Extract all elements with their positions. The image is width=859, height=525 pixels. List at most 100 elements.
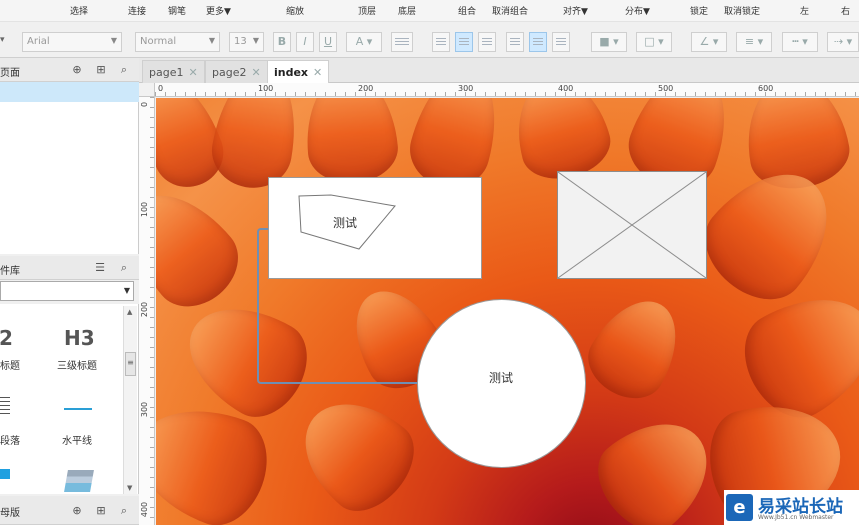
right-button[interactable]: 右 [841, 4, 850, 17]
scrollbar-thumb[interactable]: ≡ [125, 352, 136, 376]
fill-color-icon[interactable]: ■ ▾ [591, 32, 627, 52]
vertical-ruler: 0 100 200 300 400 [139, 97, 155, 525]
polygon-shape[interactable] [269, 178, 483, 280]
align-center-icon[interactable] [455, 32, 473, 52]
ruler-tick: 200 [140, 301, 150, 318]
lock-button[interactable]: 锁定 [690, 4, 708, 17]
group-button[interactable]: 组合 [458, 4, 476, 17]
distribute-button[interactable]: 分布▼ [625, 4, 650, 17]
shadow-icon[interactable]: □ ▾ [636, 32, 672, 52]
ruler-tick: 400 [140, 501, 150, 518]
image-placeholder[interactable] [557, 171, 707, 279]
chevron-down-icon: ▼ [252, 36, 259, 45]
line-width-icon[interactable]: ≡ ▾ [736, 32, 772, 52]
tab-page1[interactable]: page1 ✕ [142, 60, 205, 83]
selected-page-row[interactable] [0, 82, 139, 102]
more-tools-button[interactable]: 更多▼ [206, 4, 231, 17]
line-color-icon[interactable]: ∠ ▾ [691, 32, 727, 52]
close-icon[interactable]: ✕ [251, 66, 260, 79]
ruler-tick: 500 [658, 84, 674, 93]
font-size-select[interactable]: 13 ▼ [229, 32, 264, 52]
page-tab-bar: page1 ✕ page2 ✕ index ✕ [139, 58, 859, 84]
ruler-tick: 300 [140, 401, 150, 418]
layers-icon[interactable] [64, 470, 94, 492]
align-left-icon[interactable] [432, 32, 450, 52]
rectangle-shape[interactable]: 测试 [268, 177, 482, 279]
library-scrollbar[interactable]: ▲ ≡ ▼ [123, 306, 137, 494]
scroll-down-icon[interactable]: ▼ [127, 484, 132, 492]
font-style-select[interactable]: Normal ▼ [135, 32, 220, 52]
align-button[interactable]: 对齐▼ [563, 4, 588, 17]
widget-paragraph-label: 段落 [0, 436, 20, 447]
close-icon[interactable]: ✕ [313, 66, 322, 79]
search-icon[interactable]: ⌕ [117, 504, 131, 518]
font-size-value: 13 [234, 36, 247, 47]
masters-panel-title: 母版 [0, 508, 20, 519]
watermark-subtext: Www.Jb51.cn Webmaster [758, 514, 834, 521]
add-folder-icon[interactable]: ⊞ [94, 504, 108, 518]
tab-index[interactable]: index ✕ [267, 60, 330, 84]
ungroup-button[interactable]: 取消组合 [492, 4, 528, 17]
add-master-icon[interactable]: ⊕ [70, 504, 84, 518]
tab-page1-label: page1 [149, 66, 184, 79]
paragraph-icon[interactable] [0, 397, 10, 417]
underline-icon[interactable]: U [319, 32, 337, 52]
chevron-down-icon: ▼ [110, 36, 117, 45]
select-tool-button[interactable]: 选择 [70, 4, 88, 17]
unlock-button[interactable]: 取消锁定 [724, 4, 760, 17]
bullet-list-icon[interactable] [391, 32, 413, 52]
chevron-down-icon: ▼ [123, 286, 130, 295]
italic-icon[interactable]: I [296, 32, 314, 52]
zoom-button[interactable]: 缩放 [286, 4, 304, 17]
connect-tool-button[interactable]: 连接 [128, 4, 146, 17]
masters-panel-header: 母版 ⊕ ⊞ ⌕ [0, 496, 139, 525]
search-icon[interactable]: ⌕ [117, 261, 131, 275]
align-top-icon[interactable] [506, 32, 524, 52]
close-icon[interactable]: ✕ [188, 66, 197, 79]
widget-heading3-label: 三级标题 [57, 361, 97, 372]
tab-page2[interactable]: page2 ✕ [205, 60, 268, 83]
scroll-up-icon[interactable]: ▲ [127, 308, 132, 316]
align-middle-icon[interactable] [529, 32, 547, 52]
add-page-icon[interactable]: ⊕ [70, 63, 84, 77]
ruler-tick: 0 [140, 101, 150, 108]
send-to-back-button[interactable]: 底层 [398, 4, 416, 17]
heading3-icon[interactable]: H3 [64, 326, 95, 350]
font-color-icon[interactable]: A ▾ [346, 32, 382, 52]
ruler-tick: 100 [140, 201, 150, 218]
left-button[interactable]: 左 [800, 4, 809, 17]
image-placeholder-icon [558, 172, 706, 278]
horizontal-line-icon[interactable] [64, 408, 92, 410]
heading2-icon[interactable]: 2 [0, 326, 13, 350]
line-style-icon[interactable]: ┅ ▾ [782, 32, 818, 52]
widget-hline-label: 水平线 [62, 436, 92, 447]
ruler-tick: 100 [258, 84, 274, 93]
tab-index-label: index [274, 66, 309, 79]
align-right-icon[interactable] [478, 32, 496, 52]
pages-panel-title: 页面 [0, 68, 20, 79]
align-bottom-icon[interactable] [552, 32, 570, 52]
site-logo-icon: e [726, 494, 753, 521]
design-canvas[interactable]: 测试 测试 [156, 98, 859, 525]
font-style-value: Normal [140, 36, 177, 47]
search-icon[interactable]: ⌕ [117, 63, 131, 77]
add-folder-icon[interactable]: ⊞ [94, 63, 108, 77]
image-widget-icon[interactable] [0, 469, 10, 479]
watermark: e 易采站长站 Www.Jb51.cn Webmaster [724, 490, 859, 525]
ruler-tick: 600 [758, 84, 774, 93]
circle-shape[interactable]: 测试 [417, 299, 586, 468]
arrow-style-icon[interactable]: ⇢ ▾ [827, 32, 859, 52]
pen-tool-button[interactable]: 钢笔 [168, 4, 186, 17]
library-select[interactable]: ▼ [0, 281, 134, 301]
ruler-tick: 0 [158, 84, 164, 93]
ruler-corner [139, 83, 155, 97]
bring-to-front-button[interactable]: 顶层 [358, 4, 376, 17]
library-panel-header: 件库 ☰ ⌕ [0, 256, 139, 280]
pages-tree [0, 82, 139, 254]
font-family-select[interactable]: Arial ▼ [22, 32, 122, 52]
menu-icon[interactable]: ☰ [93, 261, 107, 275]
library-panel-title: 件库 [0, 266, 20, 277]
bold-icon[interactable]: B [273, 32, 291, 52]
chevron-down-icon[interactable]: ▾ [0, 35, 5, 45]
main-toolbar: 选择 连接 钢笔 更多▼ 缩放 顶层 底层 组合 取消组合 对齐▼ 分布▼ 锁定… [0, 0, 859, 22]
